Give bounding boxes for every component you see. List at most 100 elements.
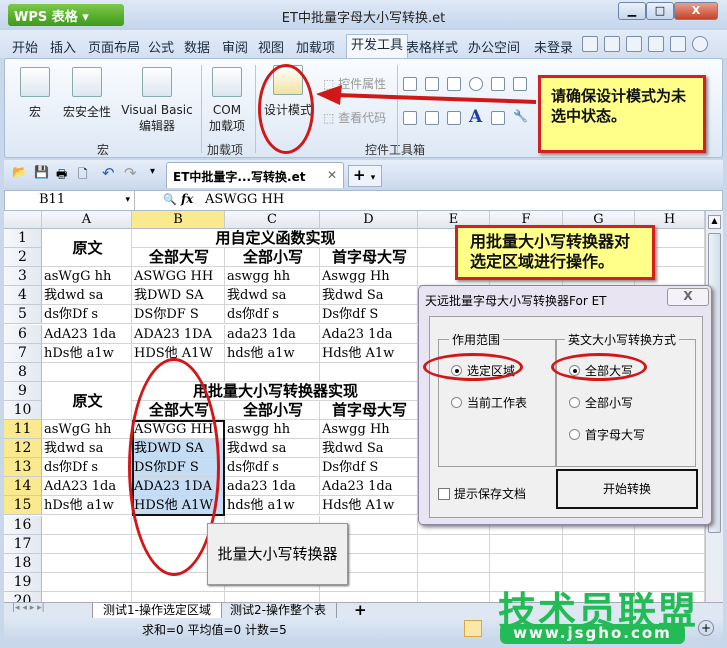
zoom-in-icon[interactable]: + bbox=[698, 620, 714, 636]
data-cell[interactable]: aswgg hh bbox=[225, 267, 320, 287]
data-cell[interactable]: AdA23 1da bbox=[42, 477, 132, 497]
menu-tab[interactable]: 开始 bbox=[12, 37, 38, 56]
row-header[interactable]: 7 bbox=[4, 343, 42, 363]
zoom-formula-icon[interactable]: 🔍 bbox=[163, 193, 177, 206]
new-tab-button[interactable]: + ▾ bbox=[348, 165, 382, 187]
row-header[interactable]: 20 bbox=[4, 591, 42, 602]
data-cell[interactable]: hds他 a1w bbox=[225, 496, 320, 516]
data-cell[interactable]: 我DWD SA bbox=[132, 439, 225, 459]
row-header[interactable]: 15 bbox=[4, 496, 42, 516]
column-header[interactable]: A bbox=[42, 211, 132, 229]
row-header[interactable]: 3 bbox=[4, 267, 42, 287]
data-cell[interactable]: 我dwd sa bbox=[225, 286, 320, 306]
close-tab-icon[interactable]: ✕ bbox=[327, 168, 337, 182]
data-cell[interactable]: ada23 1da bbox=[225, 324, 320, 344]
data-cell[interactable]: 我DWD SA bbox=[132, 286, 225, 306]
cell[interactable] bbox=[563, 534, 635, 554]
menu-tab[interactable]: 表格样式 bbox=[406, 37, 458, 56]
data-cell[interactable]: DS你DF S bbox=[132, 305, 225, 325]
start-convert-button[interactable]: 开始转换 bbox=[556, 469, 698, 509]
row-header[interactable]: 2 bbox=[4, 248, 42, 268]
cell[interactable] bbox=[490, 534, 563, 554]
vb-editor-button[interactable]: Visual Basic 编辑器 bbox=[119, 67, 195, 134]
dialog-close-button[interactable]: X bbox=[667, 288, 709, 306]
image-control-icon[interactable] bbox=[491, 111, 505, 125]
data-cell[interactable]: hDs他 a1w bbox=[42, 496, 132, 516]
data-cell[interactable]: HDS他 A1W bbox=[132, 343, 225, 363]
sheet-nav-icons[interactable]: |◂ ◂ ▸ ▸| bbox=[12, 603, 45, 613]
spin2-control-icon[interactable] bbox=[447, 111, 461, 125]
cell[interactable] bbox=[132, 591, 225, 602]
save-icon[interactable]: 💾 bbox=[34, 165, 49, 179]
row-header[interactable]: 14 bbox=[4, 477, 42, 497]
cell[interactable] bbox=[418, 591, 490, 602]
data-cell[interactable]: DS你DF S bbox=[132, 458, 225, 478]
row-header[interactable]: 17 bbox=[4, 534, 42, 554]
menu-tab[interactable]: 审阅 bbox=[222, 37, 248, 56]
row-header[interactable]: 5 bbox=[4, 305, 42, 325]
cell[interactable] bbox=[635, 553, 705, 573]
data-cell[interactable]: Ds你df S bbox=[320, 458, 418, 478]
add-sheet-button[interactable]: + bbox=[344, 603, 377, 619]
data-cell[interactable]: 我dwd sa bbox=[42, 439, 132, 459]
cell[interactable] bbox=[42, 591, 132, 602]
menu-tab[interactable]: 开发工具 bbox=[346, 34, 409, 58]
help-icon[interactable] bbox=[692, 36, 708, 52]
menu-tab[interactable]: 数据 bbox=[184, 37, 210, 56]
row-header[interactable]: 4 bbox=[4, 286, 42, 306]
select-all-corner[interactable] bbox=[4, 211, 42, 229]
data-cell[interactable]: Hds他 A1w bbox=[320, 496, 418, 516]
column-header[interactable]: C bbox=[225, 211, 320, 229]
data-cell[interactable]: ds你df s bbox=[225, 458, 320, 478]
data-cell[interactable]: ds你Df s bbox=[42, 305, 132, 325]
undo-icon[interactable]: ↶ bbox=[102, 164, 115, 182]
scrollbar-control-icon[interactable] bbox=[403, 111, 417, 125]
open-icon[interactable]: 📂 bbox=[12, 165, 27, 179]
print-preview-icon[interactable]: 🗋 bbox=[78, 165, 88, 186]
cell[interactable] bbox=[42, 362, 132, 382]
cell[interactable] bbox=[320, 362, 418, 382]
user-icon[interactable] bbox=[670, 36, 686, 52]
row-header[interactable]: 10 bbox=[4, 400, 42, 420]
data-cell[interactable]: ds你Df s bbox=[42, 458, 132, 478]
row-header[interactable]: 18 bbox=[4, 553, 42, 573]
menu-tab[interactable]: 视图 bbox=[258, 37, 284, 56]
data-cell[interactable]: AdA23 1da bbox=[42, 324, 132, 344]
d-icon[interactable] bbox=[626, 36, 642, 52]
row-header[interactable]: 6 bbox=[4, 324, 42, 344]
column-header[interactable]: D bbox=[320, 211, 418, 229]
data-cell[interactable]: Aswgg Hh bbox=[320, 420, 418, 440]
cell[interactable] bbox=[635, 534, 705, 554]
menu-tab[interactable]: 加载项 bbox=[296, 37, 335, 56]
data-cell[interactable]: ds你df s bbox=[225, 305, 320, 325]
data-cell[interactable]: 我dwd Sa bbox=[320, 439, 418, 459]
close-window-button[interactable]: X bbox=[674, 2, 718, 20]
spin-control-icon[interactable] bbox=[425, 111, 439, 125]
redo-icon[interactable]: ↷ bbox=[124, 164, 137, 182]
row-header[interactable]: 19 bbox=[4, 572, 42, 592]
cell[interactable] bbox=[225, 362, 320, 382]
radio-all-upper[interactable]: 全部大写 bbox=[569, 362, 633, 379]
batch-converter-button[interactable]: 批量大小写转换器 bbox=[207, 523, 348, 585]
row-header[interactable]: 1 bbox=[4, 229, 42, 249]
normal-view-icon[interactable] bbox=[464, 620, 482, 637]
formula-input[interactable]: ASWGG HH bbox=[205, 192, 284, 207]
data-cell[interactable]: Ada23 1da bbox=[320, 324, 418, 344]
mail-icon[interactable] bbox=[648, 36, 664, 52]
macro-security-button[interactable]: 宏安全性 bbox=[61, 67, 113, 120]
data-cell[interactable]: hds他 a1w bbox=[225, 343, 320, 363]
radio-selected-range[interactable]: 选定区域 bbox=[451, 362, 515, 379]
cell[interactable] bbox=[418, 534, 490, 554]
cell[interactable] bbox=[42, 572, 132, 592]
shirt-icon[interactable] bbox=[604, 36, 620, 52]
data-cell[interactable]: asWgG hh bbox=[42, 420, 132, 440]
menu-tab[interactable]: 办公空间 bbox=[468, 37, 520, 56]
row-header[interactable]: 11 bbox=[4, 420, 42, 440]
menu-tab[interactable]: 公式 bbox=[148, 37, 174, 56]
data-cell[interactable]: hDs他 a1w bbox=[42, 343, 132, 363]
data-cell[interactable]: Ds你df S bbox=[320, 305, 418, 325]
cell[interactable] bbox=[42, 553, 132, 573]
menu-tab[interactable]: 插入 bbox=[50, 37, 76, 56]
cell[interactable] bbox=[42, 534, 132, 554]
column-header[interactable]: B bbox=[132, 211, 225, 229]
